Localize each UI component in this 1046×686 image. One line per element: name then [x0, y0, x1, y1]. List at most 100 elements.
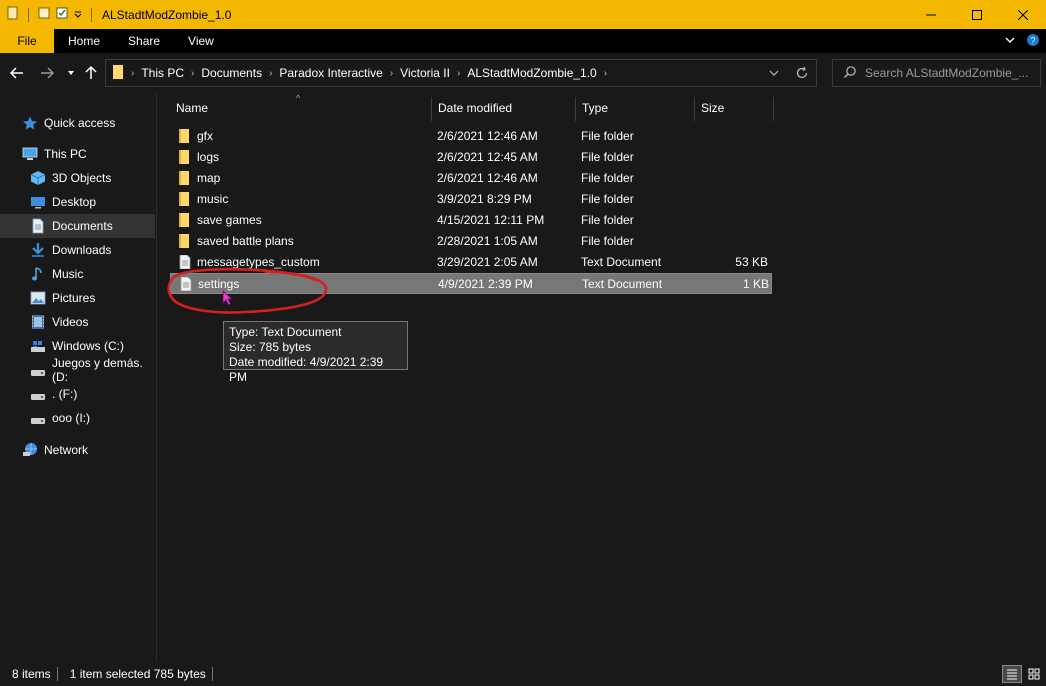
chevron-right-icon[interactable]: › — [601, 68, 610, 79]
table-row[interactable]: gfx 2/6/2021 12:46 AM File folder — [170, 126, 772, 147]
tab-view[interactable]: View — [174, 29, 228, 53]
file-date: 2/28/2021 1:05 AM — [437, 234, 538, 248]
up-button[interactable] — [82, 64, 100, 82]
search-icon — [843, 65, 857, 82]
nav-pictures[interactable]: Pictures — [0, 286, 155, 310]
nav-desktop[interactable]: Desktop — [0, 190, 155, 214]
file-name: save games — [197, 213, 262, 227]
nav-videos[interactable]: Videos — [0, 310, 155, 334]
address-history-button[interactable] — [760, 60, 788, 86]
crumb-victoria-ii[interactable]: Victoria II — [396, 66, 454, 80]
file-size: 53 KB — [735, 255, 768, 269]
network-icon — [22, 442, 38, 458]
search-input[interactable] — [865, 66, 1035, 80]
properties-icon[interactable] — [55, 6, 69, 23]
table-row[interactable]: messagetypes_custom 3/29/2021 2:05 AM Te… — [170, 252, 772, 273]
folder-icon — [179, 150, 189, 164]
nav-this-pc[interactable]: This PC — [0, 142, 155, 166]
table-row[interactable]: map 2/6/2021 12:46 AM File folder — [170, 168, 772, 189]
file-type: Text Document — [582, 277, 663, 291]
cube-icon — [30, 170, 46, 186]
nav-label: . (F:) — [52, 387, 78, 401]
column-header-type[interactable]: Type — [576, 97, 694, 121]
chevron-right-icon[interactable]: › — [128, 68, 137, 79]
windows-drive-icon — [30, 338, 46, 354]
crumb-documents[interactable]: Documents — [197, 66, 266, 80]
large-icons-view-button[interactable] — [1024, 665, 1044, 683]
crumb-this-pc[interactable]: This PC — [137, 66, 188, 80]
divider — [91, 7, 92, 22]
minimize-button[interactable] — [908, 0, 954, 29]
file-date: 3/9/2021 8:29 PM — [437, 192, 532, 206]
new-folder-icon[interactable] — [37, 6, 51, 23]
tooltip-type: Type: Text Document — [229, 325, 342, 339]
tooltip-size: Size: 785 bytes — [229, 340, 312, 354]
back-button[interactable] — [8, 64, 26, 82]
chevron-right-icon[interactable]: › — [188, 68, 197, 79]
folder-icon — [179, 192, 189, 206]
nav-quick-access[interactable]: Quick access — [0, 111, 155, 135]
nav-label: Downloads — [52, 243, 112, 257]
customize-toolbar-icon[interactable] — [73, 8, 83, 22]
file-size — [700, 189, 768, 210]
nav-label: Documents — [52, 219, 113, 233]
download-icon — [30, 242, 46, 258]
maximize-button[interactable] — [954, 0, 1000, 29]
address-bar[interactable]: › This PC › Documents › Paradox Interact… — [105, 59, 817, 87]
nav-downloads[interactable]: Downloads — [0, 238, 155, 262]
forward-button[interactable] — [38, 64, 56, 82]
help-icon[interactable]: ? — [1026, 33, 1040, 50]
chevron-right-icon[interactable]: › — [387, 68, 396, 79]
ribbon-right-controls: ? — [1004, 33, 1040, 50]
folder-icon — [179, 234, 189, 248]
nav-drive-i[interactable]: ooo (I:) — [0, 406, 155, 430]
folder-icon — [179, 213, 189, 227]
file-size — [700, 210, 768, 231]
text-file-icon — [180, 277, 192, 291]
ribbon-tabs: File Home Share View ? — [0, 29, 1046, 53]
nav-label: Videos — [52, 315, 89, 329]
folder-icon — [179, 171, 189, 185]
refresh-button[interactable] — [788, 60, 816, 86]
search-box[interactable] — [832, 59, 1041, 87]
nav-music[interactable]: Music — [0, 262, 155, 286]
column-header-name[interactable]: Name — [170, 97, 432, 121]
crumb-current-folder[interactable]: ALStadtModZombie_1.0 — [463, 66, 600, 80]
recent-locations-button[interactable] — [62, 64, 80, 82]
nav-network[interactable]: Network — [0, 438, 155, 462]
expand-ribbon-icon[interactable] — [1004, 34, 1016, 49]
file-type: File folder — [581, 150, 634, 164]
nav-drive-d[interactable]: Juegos y demás. (D: — [0, 356, 155, 384]
tab-share[interactable]: Share — [114, 29, 174, 53]
crumb-paradox-interactive[interactable]: Paradox Interactive — [275, 66, 386, 80]
table-row[interactable]: music 3/9/2021 8:29 PM File folder — [170, 189, 772, 210]
column-header-date[interactable]: Date modified — [432, 97, 575, 121]
table-row[interactable]: save games 4/15/2021 12:11 PM File folde… — [170, 210, 772, 231]
column-divider[interactable] — [773, 97, 774, 121]
close-button[interactable] — [1000, 0, 1046, 29]
file-date: 2/6/2021 12:45 AM — [437, 150, 538, 164]
table-row[interactable]: logs 2/6/2021 12:45 AM File folder — [170, 147, 772, 168]
selection-info: 1 item selected 785 bytes — [69, 667, 206, 681]
column-header-size[interactable]: Size — [695, 97, 773, 121]
table-row-selected[interactable]: settings 4/9/2021 2:39 PM Text Document … — [170, 273, 772, 294]
table-row[interactable]: saved battle plans 2/28/2021 1:05 AM Fil… — [170, 231, 772, 252]
text-file-icon — [179, 255, 191, 269]
computer-icon — [22, 146, 38, 162]
nav-windows-drive[interactable]: Windows (C:) — [0, 334, 155, 358]
nav-documents[interactable]: Documents — [0, 214, 155, 238]
tab-file[interactable]: File — [0, 29, 54, 53]
details-view-button[interactable] — [1002, 665, 1022, 683]
navigation-pane: Quick access This PC 3D Objects Desktop … — [0, 93, 157, 662]
music-icon — [30, 266, 46, 282]
nav-label: 3D Objects — [52, 171, 112, 185]
window-controls — [908, 0, 1046, 29]
nav-3d-objects[interactable]: 3D Objects — [0, 166, 155, 190]
chevron-right-icon[interactable]: › — [266, 68, 275, 79]
file-type: File folder — [581, 129, 634, 143]
tab-home[interactable]: Home — [54, 29, 114, 53]
nav-drive-f[interactable]: . (F:) — [0, 382, 155, 406]
file-size — [700, 168, 768, 189]
chevron-right-icon[interactable]: › — [454, 68, 463, 79]
cursor-icon — [222, 290, 233, 306]
